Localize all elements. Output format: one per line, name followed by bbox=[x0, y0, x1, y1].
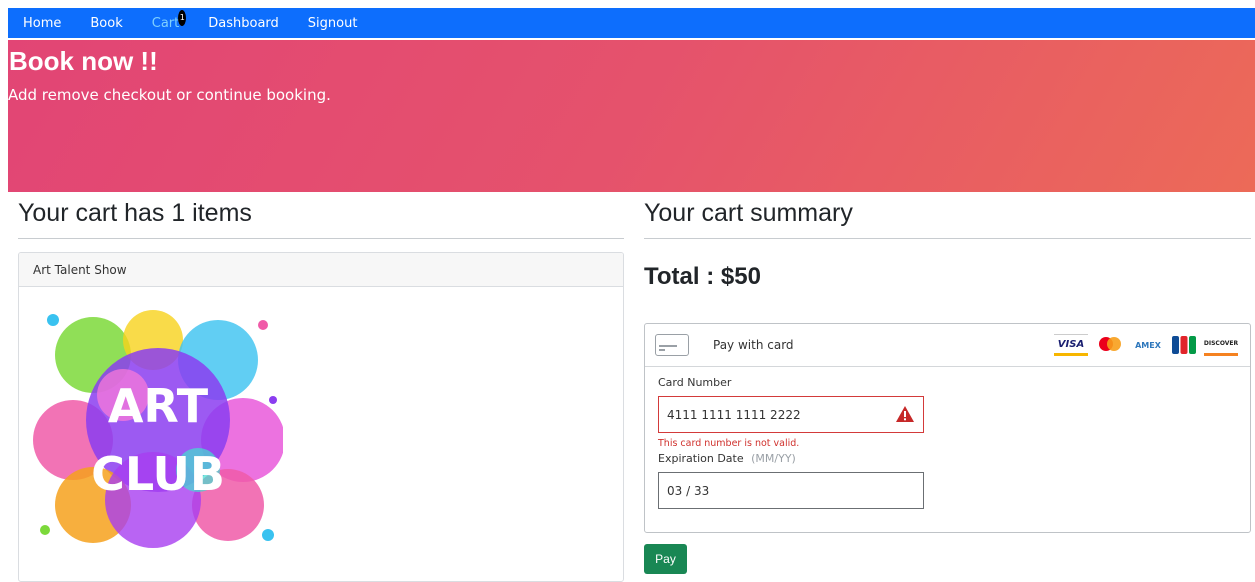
nav-home[interactable]: Home bbox=[23, 16, 61, 31]
cart-item-card: Art Talent Show ART CLUB bbox=[18, 252, 624, 582]
expiration-label: Expiration Date (MM/YY) bbox=[658, 452, 1237, 465]
nav-cart[interactable]: Cart 1 bbox=[151, 9, 187, 31]
payment-header: Pay with card VISA AMEX DISCOVER bbox=[645, 324, 1250, 367]
discover-logo: DISCOVER bbox=[1204, 334, 1238, 356]
mastercard-icon bbox=[1099, 337, 1121, 351]
card-number-input[interactable]: 4111 1111 1111 2222 bbox=[658, 396, 924, 433]
cart-divider bbox=[18, 238, 624, 239]
card-number-error: This card number is not valid. bbox=[658, 438, 800, 449]
hero-banner: Book now !! Add remove checkout or conti… bbox=[8, 40, 1255, 192]
jcb-icon bbox=[1172, 336, 1196, 354]
hero-title: Book now !! bbox=[9, 46, 158, 76]
nav-book[interactable]: Book bbox=[90, 16, 122, 31]
card-number-group: Card Number 4111 1111 1111 2222 This car… bbox=[645, 376, 1250, 449]
nav-cart-label: Cart bbox=[151, 15, 180, 31]
cart-column: Your cart has 1 items Art Talent Show AR… bbox=[18, 192, 624, 582]
hero-subtitle: Add remove checkout or continue booking. bbox=[8, 86, 331, 104]
nav-dashboard[interactable]: Dashboard bbox=[208, 16, 279, 31]
nav-signout[interactable]: Signout bbox=[308, 16, 358, 31]
mastercard-logo bbox=[1096, 334, 1124, 356]
card-number-value: 4111 1111 1111 2222 bbox=[667, 407, 801, 422]
credit-card-icon bbox=[655, 334, 689, 356]
expiration-input[interactable]: 03 / 33 bbox=[658, 472, 924, 509]
club-text: CLUB bbox=[91, 447, 225, 501]
expiration-group: Expiration Date (MM/YY) 03 / 33 bbox=[645, 452, 1250, 509]
expiration-hint: (MM/YY) bbox=[751, 452, 796, 465]
pay-with-card-label: Pay with card bbox=[713, 338, 794, 352]
summary-column: Your cart summary Total : $50 Pay with c… bbox=[644, 192, 1251, 574]
amex-logo: AMEX bbox=[1135, 340, 1161, 350]
cart-heading: Your cart has 1 items bbox=[18, 199, 252, 227]
art-club-image: ART CLUB bbox=[33, 300, 285, 550]
card-brands: VISA AMEX DISCOVER bbox=[1054, 334, 1238, 356]
expiration-value: 03 / 33 bbox=[667, 483, 710, 498]
cart-total: Total : $50 bbox=[644, 263, 761, 290]
card-number-label: Card Number bbox=[658, 376, 732, 389]
expiration-label-text: Expiration Date bbox=[658, 452, 744, 465]
warning-icon bbox=[896, 406, 914, 422]
summary-heading: Your cart summary bbox=[644, 199, 853, 227]
cart-count-badge: 1 bbox=[178, 9, 187, 26]
pay-button[interactable]: Pay bbox=[644, 544, 687, 574]
payment-panel: Pay with card VISA AMEX DISCOVER Card Nu… bbox=[644, 323, 1251, 533]
top-navbar: Home Book Cart 1 Dashboard Signout bbox=[8, 8, 1255, 38]
jcb-logo bbox=[1172, 334, 1196, 356]
art-text: ART bbox=[108, 379, 209, 433]
visa-logo: VISA bbox=[1054, 334, 1088, 356]
cart-item-title: Art Talent Show bbox=[19, 253, 623, 287]
summary-divider bbox=[644, 238, 1251, 239]
